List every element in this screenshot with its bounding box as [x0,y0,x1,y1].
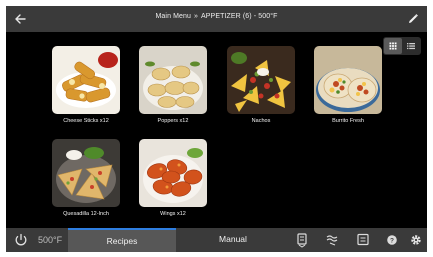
fan-icon [326,235,338,246]
recipe-tile[interactable]: Cheese Sticks x12 [47,46,125,124]
burrito-image [314,46,382,114]
recipe-tile[interactable]: Quesadilla 12-Inch [47,139,125,217]
temperature-display[interactable]: 500°F [38,228,66,252]
settings-button[interactable] [405,228,433,252]
tab-recipes[interactable]: Recipes [68,228,176,252]
wings-image [139,139,207,207]
power-button[interactable] [6,228,36,252]
pencil-icon [409,14,418,23]
cheese-sticks-image [52,46,120,114]
oven-screen: Main Menu» APPETIZER (6) - 500°F Cheese … [6,6,427,252]
recipe-label: Poppers x12 [157,118,189,124]
recipe-label: Quesadilla 12-Inch [63,211,109,217]
tab-recipes-label: Recipes [106,236,138,246]
bottom-bar: 500°F Recipes Manual ? [6,228,427,252]
quesadilla-image [52,139,120,207]
help-button[interactable]: ? [378,228,406,252]
arrow-left-icon [15,14,26,24]
oven-clean-button[interactable] [288,228,316,252]
nachos-image [227,46,295,114]
breadcrumb-category: APPETIZER (6) - 500°F [201,13,278,20]
svg-text:?: ? [390,237,394,244]
top-bar: Main Menu» APPETIZER (6) - 500°F [6,6,427,32]
page-title: Main Menu» APPETIZER (6) - 500°F [46,13,387,20]
fan-button[interactable] [318,228,346,252]
recipe-tile[interactable]: Nachos [222,46,300,124]
help-icon: ? [387,235,397,245]
screen-button[interactable] [349,228,377,252]
power-icon [15,233,27,246]
recipe-label: Wings x12 [160,211,186,217]
tab-manual-label: Manual [219,234,247,244]
recipe-label: Cheese Sticks x12 [63,118,109,124]
recipe-grid: Cheese Sticks x12 Poppers x12 Nachos Bur… [6,32,427,228]
breadcrumb-separator: » [194,13,199,20]
recipe-tile[interactable]: Burrito Fresh [309,46,387,124]
screen-icon [357,233,369,246]
recipe-tile[interactable]: Wings x12 [134,139,212,217]
oven-clean-icon [297,233,307,248]
poppers-image [139,46,207,114]
breadcrumb-menu[interactable]: Main Menu [155,13,191,20]
back-button[interactable] [12,11,28,27]
edit-button[interactable] [405,11,421,27]
tab-manual[interactable]: Manual [178,228,288,252]
recipe-label: Burrito Fresh [332,118,364,124]
recipe-tile[interactable]: Poppers x12 [134,46,212,124]
recipe-label: Nachos [251,118,271,124]
gear-icon [411,235,421,245]
